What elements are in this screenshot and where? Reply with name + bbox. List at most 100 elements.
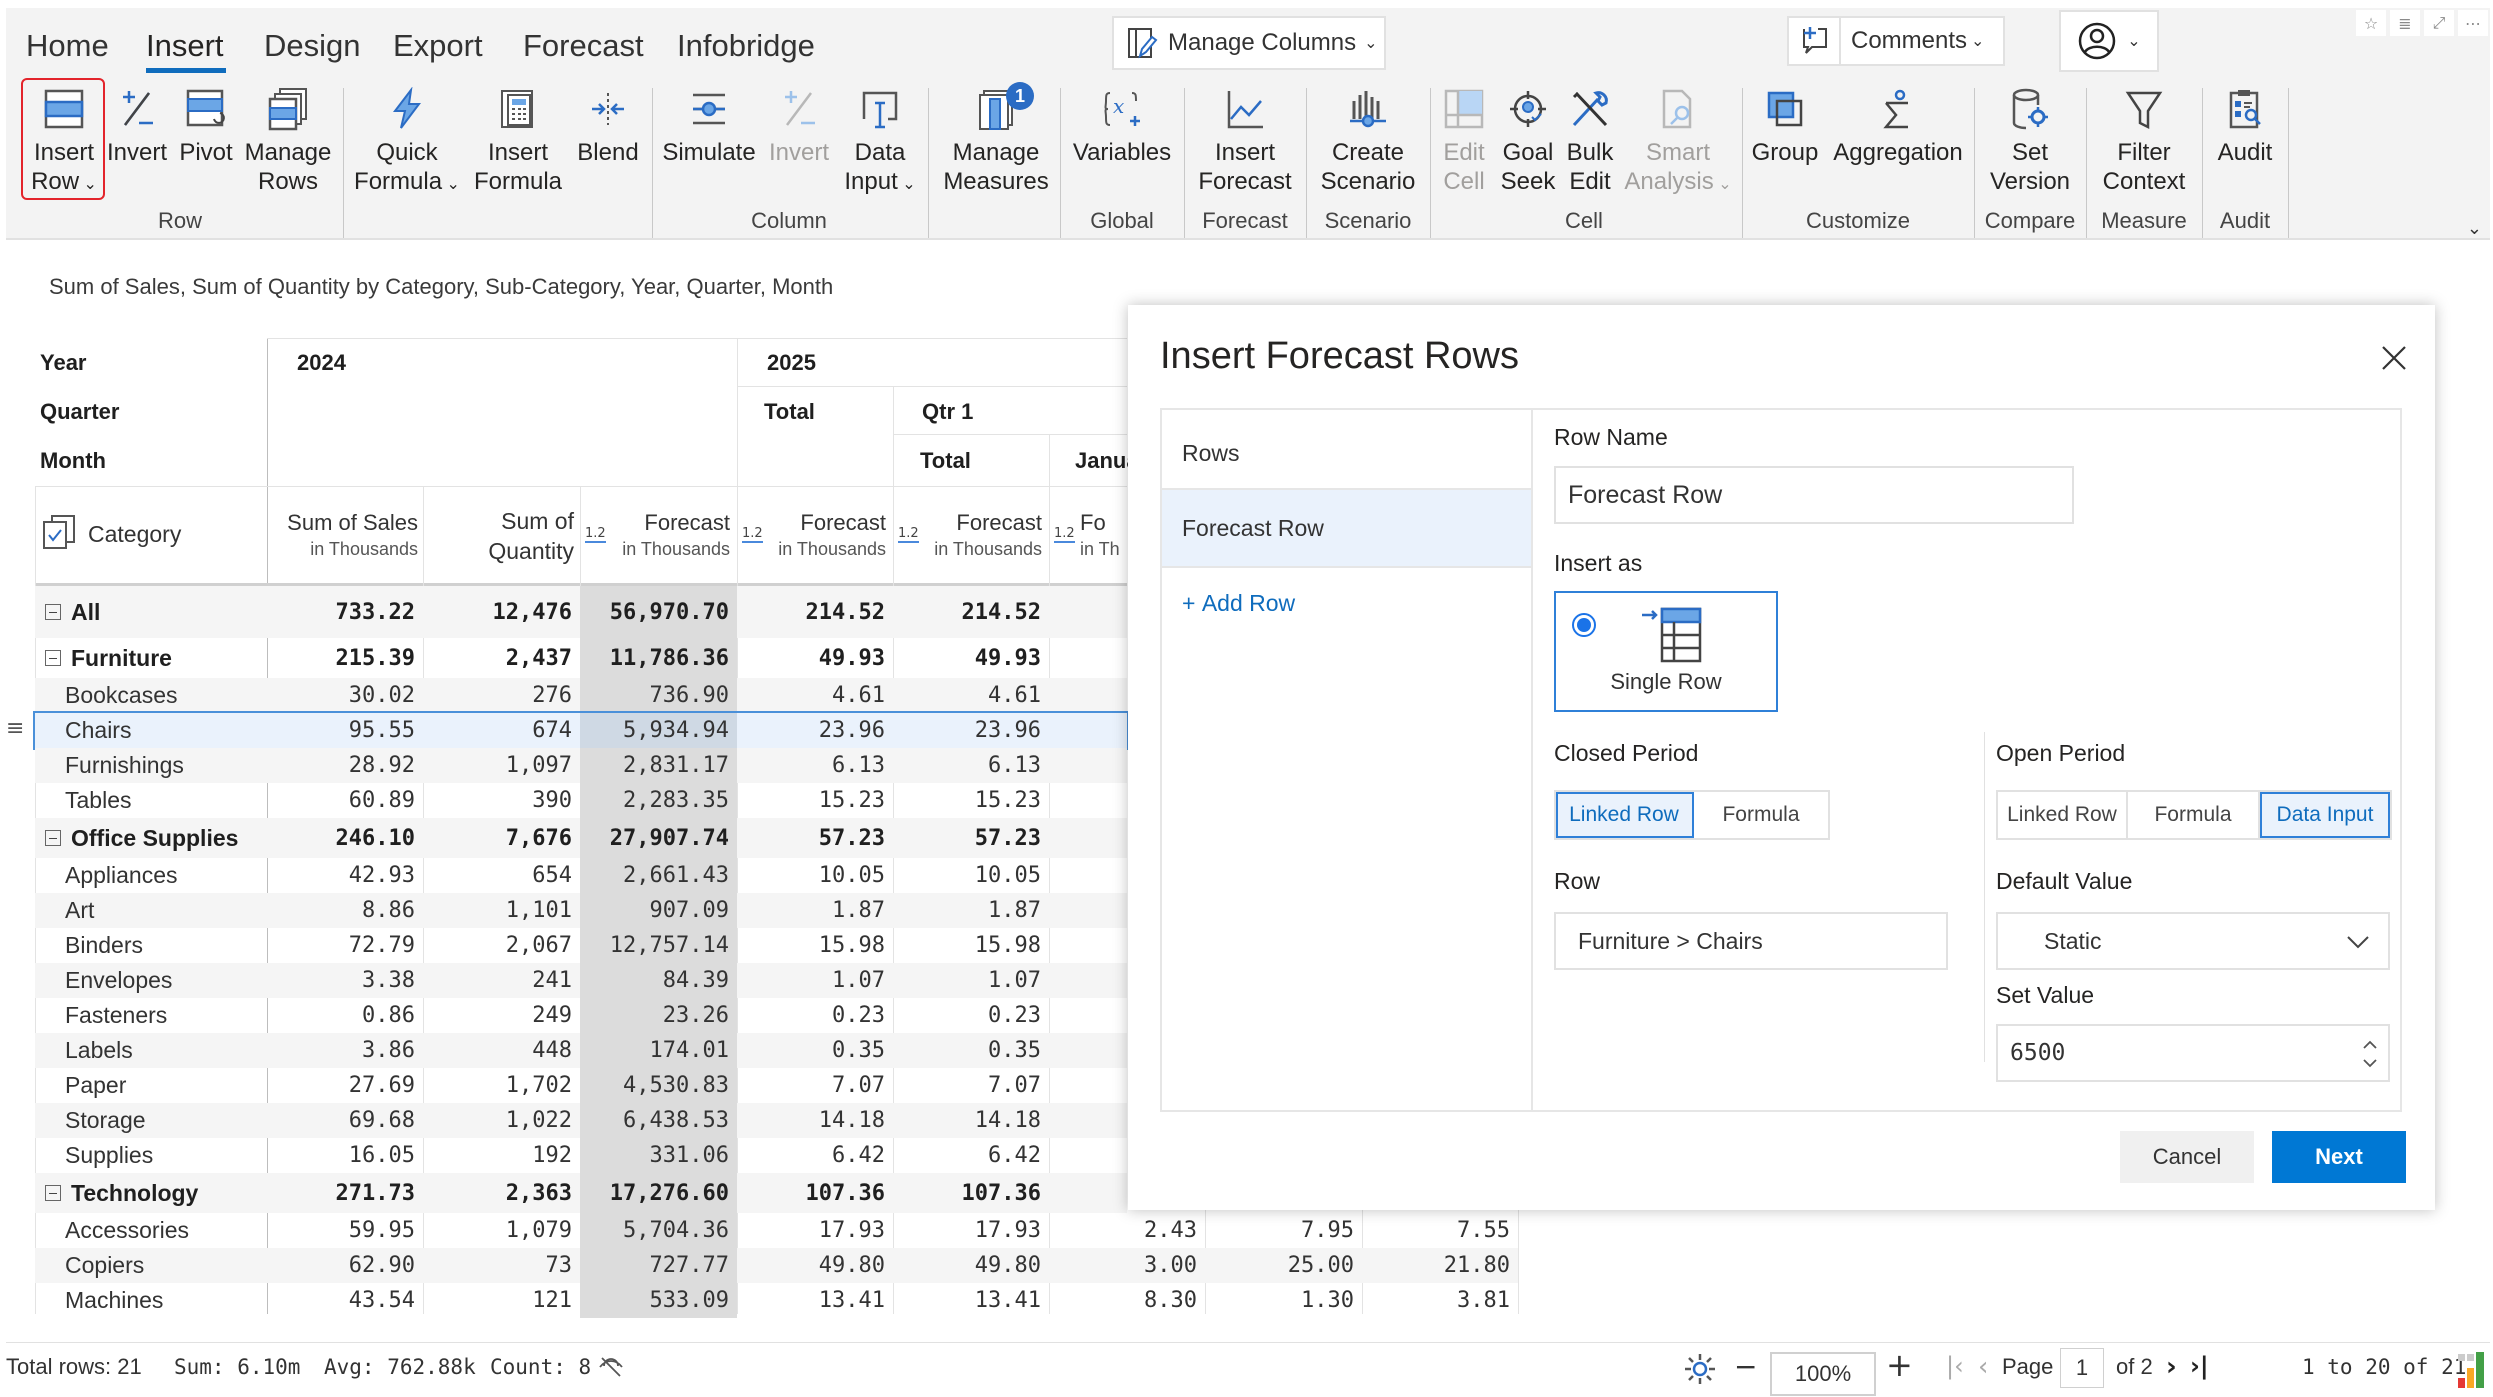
table-cell[interactable]: 907.09 bbox=[580, 893, 737, 928]
table-cell[interactable]: 49.80 bbox=[893, 1248, 1049, 1283]
table-cell[interactable]: 73 bbox=[423, 1248, 580, 1283]
table-cell[interactable]: 736.90 bbox=[580, 678, 737, 713]
audit-button[interactable]: Audit bbox=[2208, 84, 2282, 167]
quarter-total-header[interactable]: Total bbox=[764, 399, 815, 425]
table-cell[interactable]: 15.98 bbox=[737, 928, 893, 963]
collapse-icon[interactable] bbox=[45, 650, 61, 666]
cancel-button[interactable]: Cancel bbox=[2120, 1131, 2254, 1183]
collapse-icon[interactable] bbox=[45, 830, 61, 846]
row-label[interactable]: Fasteners bbox=[65, 998, 167, 1033]
tab-forecast[interactable]: Forecast bbox=[523, 28, 644, 64]
row-label[interactable]: Accessories bbox=[65, 1213, 189, 1248]
table-cell[interactable]: 11,786.36 bbox=[580, 638, 737, 678]
table-cell[interactable]: 0.23 bbox=[737, 998, 893, 1033]
table-cell[interactable]: 2,661.43 bbox=[580, 858, 737, 893]
table-cell[interactable]: 174.01 bbox=[580, 1033, 737, 1068]
zoom-in-button[interactable]: + bbox=[1886, 1346, 1913, 1384]
collapse-icon[interactable] bbox=[45, 604, 61, 620]
table-cell[interactable]: 331.06 bbox=[580, 1138, 737, 1173]
tab-export[interactable]: Export bbox=[393, 28, 483, 64]
focus-mode-icon[interactable]: ⤢ bbox=[2424, 10, 2454, 36]
category-header[interactable]: Category bbox=[88, 521, 181, 547]
linked-row-input[interactable]: Furniture > Chairs bbox=[1554, 912, 1948, 970]
table-cell[interactable]: 25.00 bbox=[1205, 1248, 1362, 1283]
table-cell[interactable]: 533.09 bbox=[580, 1283, 737, 1318]
table-cell[interactable]: 59.95 bbox=[267, 1213, 423, 1248]
table-cell[interactable]: 1.30 bbox=[1205, 1283, 1362, 1318]
row-label[interactable]: Furniture bbox=[45, 638, 172, 678]
table-cell[interactable]: 246.10 bbox=[267, 818, 423, 858]
manage-measures-button[interactable]: 1 Manage Measures bbox=[938, 82, 1054, 196]
table-cell[interactable]: 654 bbox=[423, 858, 580, 893]
table-cell[interactable]: 28.92 bbox=[267, 748, 423, 783]
row-label[interactable]: Binders bbox=[65, 928, 143, 963]
table-cell[interactable]: 49.93 bbox=[737, 638, 893, 678]
table-cell[interactable]: 7.07 bbox=[737, 1068, 893, 1103]
table-cell[interactable]: 8.86 bbox=[267, 893, 423, 928]
table-cell[interactable]: 17.93 bbox=[893, 1213, 1049, 1248]
table-cell[interactable]: 1,702 bbox=[423, 1068, 580, 1103]
table-cell[interactable]: 0.23 bbox=[893, 998, 1049, 1033]
table-cell[interactable]: 23.96 bbox=[893, 713, 1049, 748]
table-cell[interactable]: 192 bbox=[423, 1138, 580, 1173]
data-input-button[interactable]: Data Input ⌄ bbox=[840, 84, 920, 199]
tab-home[interactable]: Home bbox=[26, 28, 109, 64]
table-cell[interactable]: 107.36 bbox=[893, 1173, 1049, 1213]
goal-seek-button[interactable]: Goal Seek bbox=[1496, 84, 1560, 196]
closed-period-linked-row[interactable]: Linked Row bbox=[1556, 792, 1694, 838]
table-cell[interactable]: 121 bbox=[423, 1283, 580, 1318]
table-cell[interactable]: 0.35 bbox=[737, 1033, 893, 1068]
table-cell[interactable]: 249 bbox=[423, 998, 580, 1033]
next-button[interactable]: Next bbox=[2272, 1131, 2406, 1183]
table-cell[interactable]: 12,476 bbox=[423, 586, 580, 638]
group-button[interactable]: Group bbox=[1748, 84, 1822, 167]
table-cell[interactable]: 15.23 bbox=[737, 783, 893, 818]
table-cell[interactable]: 271.73 bbox=[267, 1173, 423, 1213]
qtr1-header[interactable]: Qtr 1 bbox=[922, 399, 973, 425]
settings-gear-icon[interactable] bbox=[1683, 1352, 1717, 1390]
quick-formula-button[interactable]: Quick Formula ⌄ bbox=[352, 84, 462, 199]
table-cell[interactable]: 27.69 bbox=[267, 1068, 423, 1103]
measure-header-forecast-2024[interactable]: Forecast in Thousands bbox=[600, 510, 730, 562]
table-cell[interactable]: 6.42 bbox=[737, 1138, 893, 1173]
table-cell[interactable]: 107.36 bbox=[737, 1173, 893, 1213]
table-row[interactable]: Chairs 95.55 674 5,934.94 23.96 23.96 bbox=[33, 711, 1129, 750]
measure-header-forecast-2025-total[interactable]: Forecast in Thousands bbox=[756, 510, 886, 562]
edit-cell-button[interactable]: Edit Cell bbox=[1434, 84, 1494, 196]
user-menu-button[interactable]: ⌄ bbox=[2059, 10, 2159, 72]
table-row[interactable]: Machines 43.54 121 533.09 13.41 13.41 8.30 1.30… bbox=[35, 1283, 1518, 1318]
bulk-edit-button[interactable]: Bulk Edit bbox=[1562, 84, 1618, 196]
table-cell[interactable]: 2,831.17 bbox=[580, 748, 737, 783]
add-row-button[interactable]: + Add Row bbox=[1182, 590, 1295, 617]
more-options-icon[interactable]: ⋯ bbox=[2458, 10, 2488, 36]
row-label[interactable]: All bbox=[45, 586, 100, 638]
table-cell[interactable]: 17.93 bbox=[737, 1213, 893, 1248]
row-name-input[interactable]: Forecast Row bbox=[1554, 466, 2074, 524]
row-drag-handle-icon[interactable]: ≡ bbox=[6, 716, 24, 741]
zoom-out-button[interactable]: − bbox=[1734, 1350, 1757, 1383]
blend-button[interactable]: Blend bbox=[572, 84, 644, 167]
row-label[interactable]: Chairs bbox=[65, 713, 131, 748]
table-cell[interactable]: 13.41 bbox=[893, 1283, 1049, 1318]
measure-header-sum-of-quantity[interactable]: Sum of Quantity bbox=[426, 506, 574, 566]
table-cell[interactable]: 2,363 bbox=[423, 1173, 580, 1213]
table-cell[interactable]: 2,283.35 bbox=[580, 783, 737, 818]
table-cell[interactable]: 15.23 bbox=[893, 783, 1049, 818]
table-cell[interactable]: 60.89 bbox=[267, 783, 423, 818]
manage-rows-button[interactable]: Manage Rows bbox=[240, 84, 336, 196]
table-cell[interactable]: 6,438.53 bbox=[580, 1103, 737, 1138]
table-cell[interactable]: 4,530.83 bbox=[580, 1068, 737, 1103]
insert-formula-button[interactable]: Insert Formula bbox=[468, 84, 568, 196]
table-cell[interactable]: 5,934.94 bbox=[580, 713, 737, 748]
table-cell[interactable]: 733.22 bbox=[267, 586, 423, 638]
add-comment-icon[interactable] bbox=[1789, 18, 1841, 64]
filter-context-button[interactable]: Filter Context bbox=[2092, 84, 2196, 196]
tab-insert[interactable]: Insert bbox=[146, 28, 224, 64]
table-cell[interactable]: 0.86 bbox=[267, 998, 423, 1033]
table-cell[interactable]: 49.93 bbox=[893, 638, 1049, 678]
table-cell[interactable]: 21.80 bbox=[1362, 1248, 1518, 1283]
table-row[interactable]: Tables 60.89 390 2,283.35 15.23 15.23 bbox=[35, 783, 1127, 818]
row-label[interactable]: Furnishings bbox=[65, 748, 184, 783]
pivot-button[interactable]: Pivot bbox=[174, 84, 238, 167]
table-cell[interactable]: 1,101 bbox=[423, 893, 580, 928]
